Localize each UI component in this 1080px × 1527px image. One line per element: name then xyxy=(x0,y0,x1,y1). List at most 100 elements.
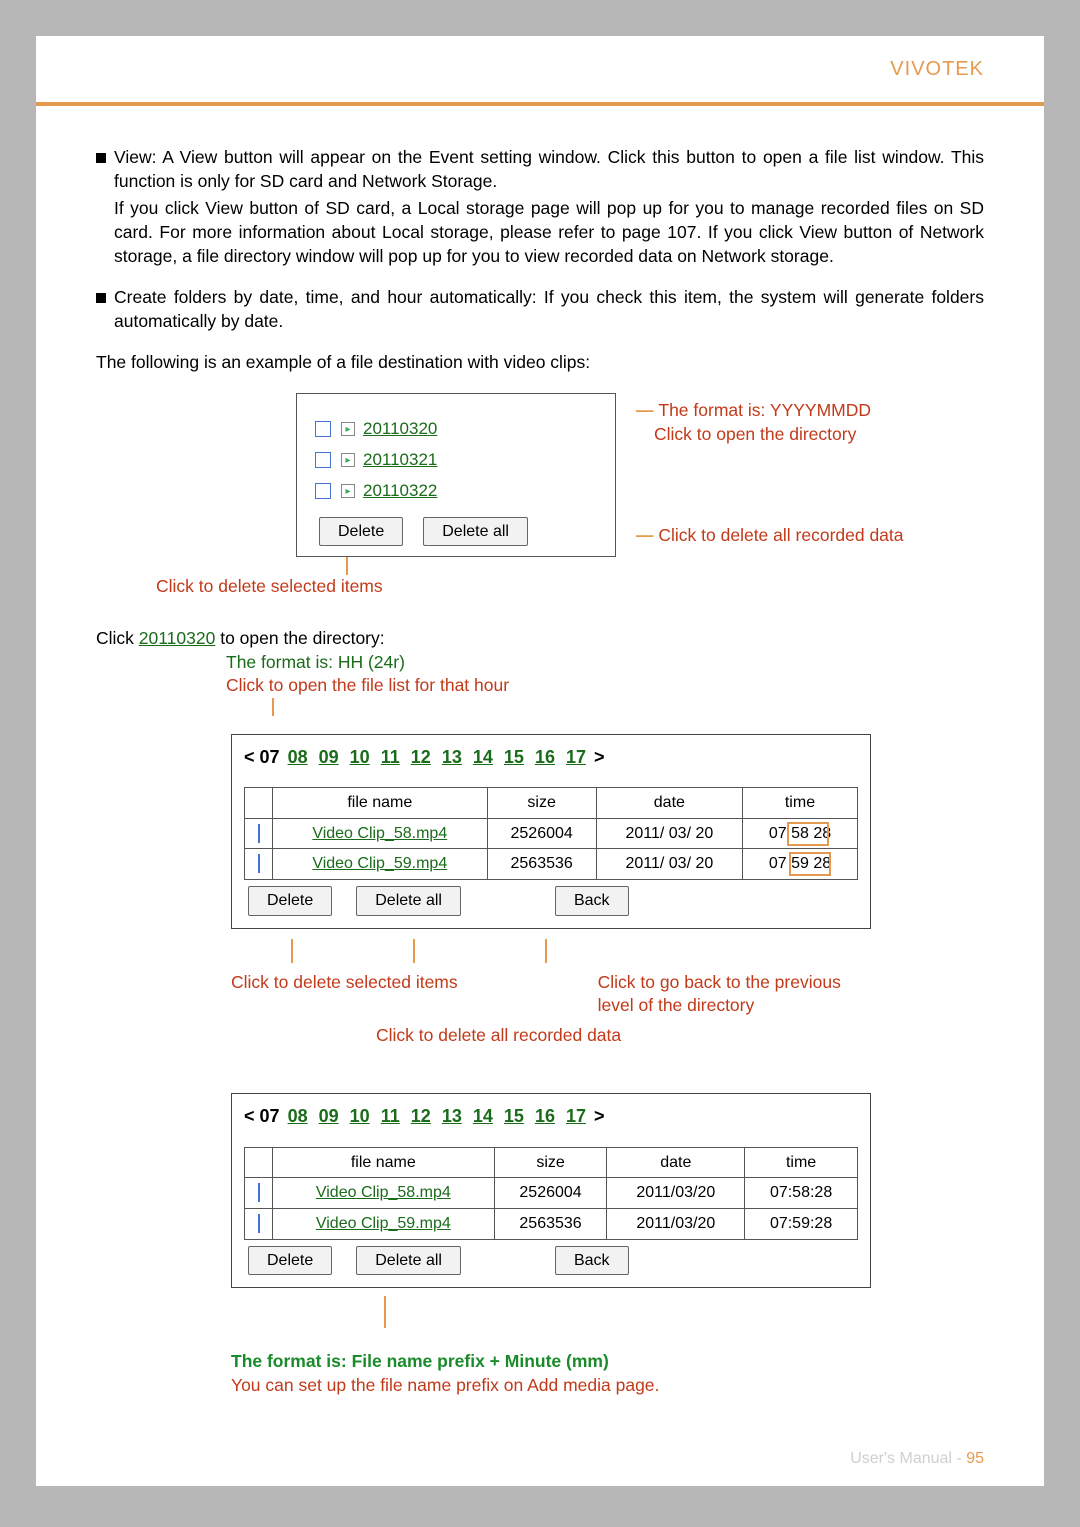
checkbox[interactable] xyxy=(315,452,331,468)
checkbox[interactable] xyxy=(315,483,331,499)
nav-right[interactable]: > xyxy=(594,747,605,767)
hour-link[interactable]: 09 xyxy=(319,1106,339,1126)
delete-all-button[interactable]: Delete all xyxy=(356,886,461,916)
hour-link[interactable]: 12 xyxy=(411,747,431,767)
hour-link[interactable]: 15 xyxy=(504,1106,524,1126)
expand-icon[interactable]: ▸ xyxy=(341,484,355,498)
hour-link[interactable]: 16 xyxy=(535,1106,555,1126)
checkbox[interactable] xyxy=(258,1183,260,1202)
file-link[interactable]: Video Clip_58.mp4 xyxy=(316,1184,451,1201)
th-time: time xyxy=(742,788,857,819)
delete-button[interactable]: Delete xyxy=(319,517,403,547)
folder-link[interactable]: 20110322 xyxy=(363,480,437,503)
ann-mid-del: Click to delete selected items xyxy=(231,971,458,1018)
folder-row: ▸ 20110321 xyxy=(315,449,601,472)
mid-annotations: Click to delete selected items Click to … xyxy=(231,971,984,1018)
ann-del-all: Click to delete all recorded data xyxy=(658,525,903,545)
hour-link[interactable]: 10 xyxy=(350,747,370,767)
bullet-square-icon xyxy=(96,293,106,303)
leader-line xyxy=(346,557,348,575)
delete-button[interactable]: Delete xyxy=(248,886,332,916)
folder-buttons: Delete Delete all xyxy=(315,517,601,547)
click-folder-link[interactable]: 20110320 xyxy=(139,628,216,648)
ann-mid-back: Click to go back to the previous level o… xyxy=(598,971,858,1018)
hour-link[interactable]: 08 xyxy=(288,747,308,767)
hour-nav: < 07 08 09 10 11 12 13 14 15 16 17 > xyxy=(244,745,858,769)
hour-current: 07 xyxy=(260,1106,280,1126)
bullet-square-icon xyxy=(96,153,106,163)
cell-time: 07:59:28 xyxy=(745,1208,858,1239)
hour-link[interactable]: 12 xyxy=(411,1106,431,1126)
view-paragraph-1: View: A View button will appear on the E… xyxy=(114,146,984,193)
hour-link[interactable]: 13 xyxy=(442,1106,462,1126)
page-content: View: A View button will appear on the E… xyxy=(36,106,1044,1417)
leader-icon: — xyxy=(636,400,658,420)
click-pre: Click xyxy=(96,628,139,648)
cell-date: 2011/03/20 xyxy=(607,1208,745,1239)
example-intro: The following is an example of a file de… xyxy=(96,351,984,375)
th-name: file name xyxy=(273,788,488,819)
delete-all-button[interactable]: Delete all xyxy=(423,517,528,547)
ann-del-sel: Click to delete selected items xyxy=(156,575,984,599)
create-paragraph: Create folders by date, time, and hour a… xyxy=(114,286,984,333)
foot-line2: You can set up the file name prefix on A… xyxy=(231,1374,984,1398)
table-row: Video Clip_58.mp4 2526004 2011/03/20 07:… xyxy=(245,1178,858,1209)
ann-open-hour: Click to open the file list for that hou… xyxy=(226,674,984,698)
checkbox[interactable] xyxy=(258,1214,260,1233)
file-link[interactable]: Video Clip_58.mp4 xyxy=(312,825,447,842)
th-time: time xyxy=(745,1147,858,1178)
folder-row: ▸ 20110320 xyxy=(315,418,601,441)
checkbox[interactable] xyxy=(258,854,260,873)
hour-link[interactable]: 14 xyxy=(473,747,493,767)
file-link[interactable]: Video Clip_59.mp4 xyxy=(316,1215,451,1232)
th-name: file name xyxy=(273,1147,495,1178)
folder-link[interactable]: 20110321 xyxy=(363,449,437,472)
footer-text: User's Manual - xyxy=(850,1450,966,1467)
th-check xyxy=(245,788,273,819)
delete-button[interactable]: Delete xyxy=(248,1246,332,1276)
ann-format-date: The format is: YYYYMMDD xyxy=(658,400,871,420)
hour-link[interactable]: 11 xyxy=(381,747,400,767)
back-button[interactable]: Back xyxy=(555,1246,629,1276)
checkbox[interactable] xyxy=(258,824,260,843)
brand-label: VIVOTEK xyxy=(890,58,984,81)
folder-row: ▸ 20110322 xyxy=(315,480,601,503)
hour-link[interactable]: 09 xyxy=(319,747,339,767)
hour-link[interactable]: 17 xyxy=(566,747,586,767)
click-post: to open the directory: xyxy=(215,628,384,648)
page-header: VIVOTEK xyxy=(36,36,1044,106)
hour-link[interactable]: 15 xyxy=(504,747,524,767)
folder-link[interactable]: 20110320 xyxy=(363,418,437,441)
cell-time: 07 58 28 xyxy=(767,823,833,845)
checkbox[interactable] xyxy=(315,421,331,437)
file-panel-1: < 07 08 09 10 11 12 13 14 15 16 17 > fil… xyxy=(231,734,871,929)
hour-link[interactable]: 13 xyxy=(442,747,462,767)
delete-all-button[interactable]: Delete all xyxy=(356,1246,461,1276)
th-size: size xyxy=(487,788,596,819)
hour-link[interactable]: 14 xyxy=(473,1106,493,1126)
expand-icon[interactable]: ▸ xyxy=(341,422,355,436)
nav-right[interactable]: > xyxy=(594,1106,605,1126)
panel-buttons: Delete Delete all Back xyxy=(244,886,858,916)
right-annotations: — The format is: YYYYMMDD Click to open … xyxy=(636,399,904,548)
cell-size: 2526004 xyxy=(487,818,596,849)
back-button[interactable]: Back xyxy=(555,886,629,916)
hour-link[interactable]: 08 xyxy=(288,1106,308,1126)
hour-link[interactable]: 11 xyxy=(381,1106,400,1126)
hour-link[interactable]: 16 xyxy=(535,747,555,767)
hour-link[interactable]: 17 xyxy=(566,1106,586,1126)
nav-left[interactable]: < xyxy=(244,1106,255,1126)
file-link[interactable]: Video Clip_59.mp4 xyxy=(312,855,447,872)
th-check xyxy=(245,1147,273,1178)
expand-icon[interactable]: ▸ xyxy=(341,453,355,467)
hour-nav: < 07 08 09 10 11 12 13 14 15 16 17 > xyxy=(244,1104,858,1128)
click-folder-sentence: Click 20110320 to open the directory: xyxy=(96,627,984,651)
nav-left[interactable]: < xyxy=(244,747,255,767)
file-panel-2: < 07 08 09 10 11 12 13 14 15 16 17 > fil… xyxy=(231,1093,871,1288)
view-paragraph-2: If you click View button of SD card, a L… xyxy=(114,197,984,268)
hour-link[interactable]: 10 xyxy=(350,1106,370,1126)
document-page: VIVOTEK View: A View button will appear … xyxy=(36,36,1044,1486)
ann-format-hh: The format is: HH (24r) xyxy=(226,651,984,675)
cell-date: 2011/ 03/ 20 xyxy=(596,818,742,849)
ann-mid-delall: Click to delete all recorded data xyxy=(376,1024,984,1048)
